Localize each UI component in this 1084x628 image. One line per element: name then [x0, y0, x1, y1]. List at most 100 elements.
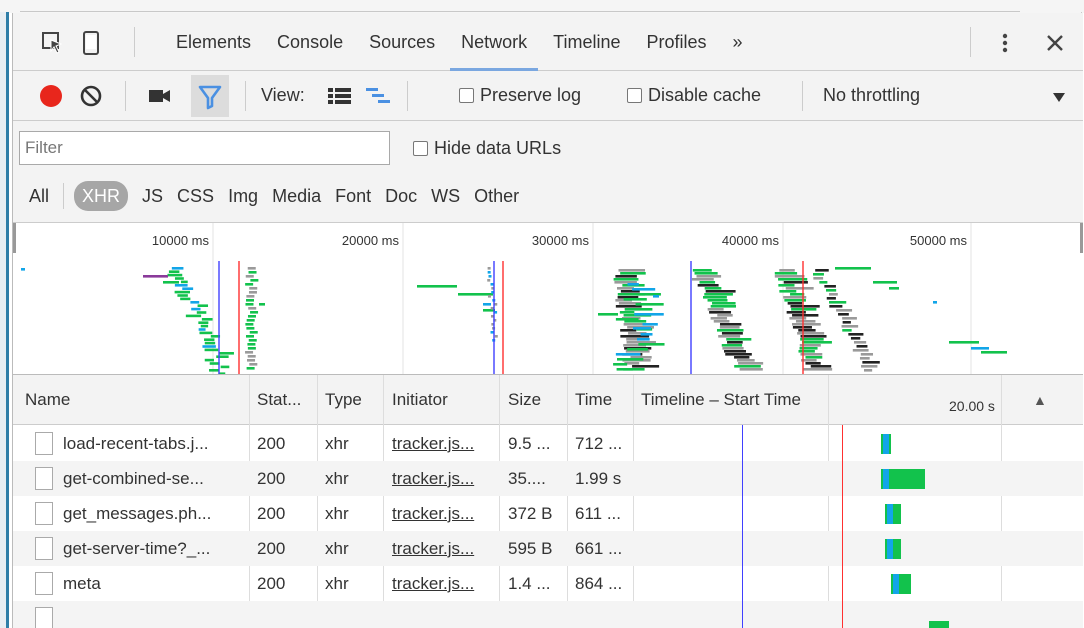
- waterfall-bar: [929, 621, 949, 628]
- tab-network[interactable]: Network: [448, 13, 540, 71]
- toolbar-divider: [245, 81, 246, 111]
- type-filter-all[interactable]: All: [29, 181, 49, 211]
- view-label: View:: [261, 85, 305, 105]
- overview-request-bar: [841, 325, 859, 328]
- type-filter-ws[interactable]: WS: [431, 181, 460, 211]
- overview-request-bar: [727, 341, 743, 344]
- column-header-timeline[interactable]: Timeline – Start Time: [641, 375, 801, 425]
- cell-status: 200: [257, 574, 286, 593]
- type-filter-img[interactable]: Img: [228, 181, 258, 211]
- overview-resize-handle[interactable]: [13, 223, 16, 253]
- overview-request-bar: [791, 323, 821, 326]
- cell-initiator[interactable]: tracker.js...: [392, 531, 496, 566]
- overview-request-bar: [699, 281, 716, 284]
- sort-ascending-icon[interactable]: ▲: [1033, 375, 1047, 425]
- record-icon[interactable]: [39, 84, 63, 108]
- disable-cache-checkbox[interactable]: Disable cache: [627, 85, 761, 106]
- more-tabs-button[interactable]: »: [720, 13, 756, 71]
- overview-request-bar: [810, 365, 832, 368]
- overview-resize-handle[interactable]: [1080, 223, 1083, 253]
- column-header-name[interactable]: Name: [25, 375, 70, 425]
- overview-request-bar: [800, 335, 827, 338]
- table-row[interactable]: get-combined-se... 200 xhr tracker.js... 35.…: [13, 461, 1083, 496]
- overview-request-bar: [863, 369, 873, 372]
- type-filter-media[interactable]: Media: [272, 181, 321, 211]
- overview-request-bar: [713, 320, 730, 323]
- overview-request-bar: [783, 281, 808, 284]
- overview-request-bar: [21, 268, 25, 271]
- tab-console[interactable]: Console: [264, 13, 356, 71]
- column-header-size[interactable]: Size: [508, 375, 541, 425]
- overview-waterfall-icon[interactable]: [365, 85, 391, 107]
- cell-initiator[interactable]: tracker.js...: [392, 426, 496, 461]
- overview-request-bar: [216, 355, 229, 358]
- kebab-menu-icon[interactable]: [993, 31, 1017, 55]
- overview-request-bar: [245, 335, 254, 338]
- device-mode-icon[interactable]: [79, 31, 103, 55]
- tab-profiles[interactable]: Profiles: [634, 13, 720, 71]
- column-header-time[interactable]: Time: [575, 375, 612, 425]
- network-overview[interactable]: 10000 ms 20000 ms 30000 ms 40000 ms 50000 ms: [13, 223, 1083, 375]
- type-filter-other[interactable]: Other: [474, 181, 519, 211]
- column-header-type[interactable]: Type: [325, 375, 362, 425]
- checkbox[interactable]: [627, 88, 642, 103]
- tab-elements[interactable]: Elements: [163, 13, 264, 71]
- filter-input[interactable]: [19, 131, 390, 165]
- overview-request-bar: [826, 297, 836, 300]
- table-row[interactable]: load-recent-tabs.j... 200 xhr tracker.js...…: [13, 426, 1083, 461]
- overview-request-bar: [204, 348, 219, 352]
- type-filter-font[interactable]: Font: [335, 181, 371, 211]
- divider: [63, 183, 65, 209]
- overview-request-bar: [616, 368, 633, 371]
- overview-request-bar: [792, 314, 819, 317]
- table-row[interactable]: meta 200 xhr tracker.js... 1.4 ... 864 ...: [13, 566, 1083, 601]
- filter-toggle[interactable]: [191, 75, 229, 117]
- table-row[interactable]: get_messages.ph... 200 xhr tracker.js... 372…: [13, 496, 1083, 531]
- type-filter-css[interactable]: CSS: [177, 181, 214, 211]
- table-row[interactable]: [13, 601, 1083, 628]
- column-header-initiator[interactable]: Initiator: [392, 375, 448, 425]
- file-icon: [35, 607, 53, 628]
- inspect-element-icon[interactable]: [41, 31, 65, 55]
- capture-screenshots-icon[interactable]: [147, 84, 173, 108]
- tab-timeline[interactable]: Timeline: [540, 13, 633, 71]
- checkbox[interactable]: [413, 141, 428, 156]
- chevron-down-icon[interactable]: [1051, 89, 1067, 103]
- overview-request-bar: [859, 357, 870, 360]
- close-icon[interactable]: [1043, 31, 1067, 55]
- overview-request-bar: [719, 323, 742, 326]
- throttling-select[interactable]: No throttling: [823, 85, 920, 106]
- overview-request-bar: [487, 267, 491, 270]
- type-filter-js[interactable]: JS: [142, 181, 163, 211]
- checkbox[interactable]: [459, 88, 474, 103]
- overview-request-bar: [774, 275, 805, 278]
- cell-time: 1.99 s: [575, 469, 622, 488]
- clear-icon[interactable]: [79, 84, 103, 108]
- overview-request-bar: [721, 332, 743, 335]
- cell-type: xhr: [325, 539, 349, 558]
- tab-sources[interactable]: Sources: [356, 13, 448, 71]
- overview-request-bar: [778, 284, 795, 287]
- overview-request-bar: [694, 272, 718, 275]
- overview-request-bar: [819, 281, 828, 284]
- preserve-log-checkbox[interactable]: Preserve log: [459, 85, 581, 106]
- overview-request-bar: [182, 287, 194, 290]
- toolbar-divider: [134, 27, 135, 57]
- large-rows-icon[interactable]: [327, 85, 353, 107]
- cell-initiator[interactable]: tracker.js...: [392, 566, 496, 601]
- overview-request-bar: [696, 275, 722, 278]
- overview-request-bar: [779, 269, 795, 272]
- column-header-status[interactable]: Stat...: [257, 375, 301, 425]
- cell-initiator[interactable]: tracker.js...: [392, 461, 496, 496]
- overview-request-bar: [245, 323, 254, 326]
- table-row[interactable]: get-server-time?_... 200 xhr tracker.js... 5…: [13, 531, 1083, 566]
- overview-request-bar: [249, 363, 258, 366]
- overview-request-bar: [487, 279, 491, 282]
- overview-request-bar: [638, 343, 665, 346]
- type-filter-xhr[interactable]: XHR: [74, 181, 129, 211]
- overview-request-bar: [259, 303, 265, 306]
- type-filter-doc[interactable]: Doc: [385, 181, 417, 211]
- hide-data-urls-checkbox[interactable]: Hide data URLs: [413, 138, 561, 159]
- overview-request-bar: [198, 328, 206, 331]
- cell-initiator[interactable]: tracker.js...: [392, 496, 496, 531]
